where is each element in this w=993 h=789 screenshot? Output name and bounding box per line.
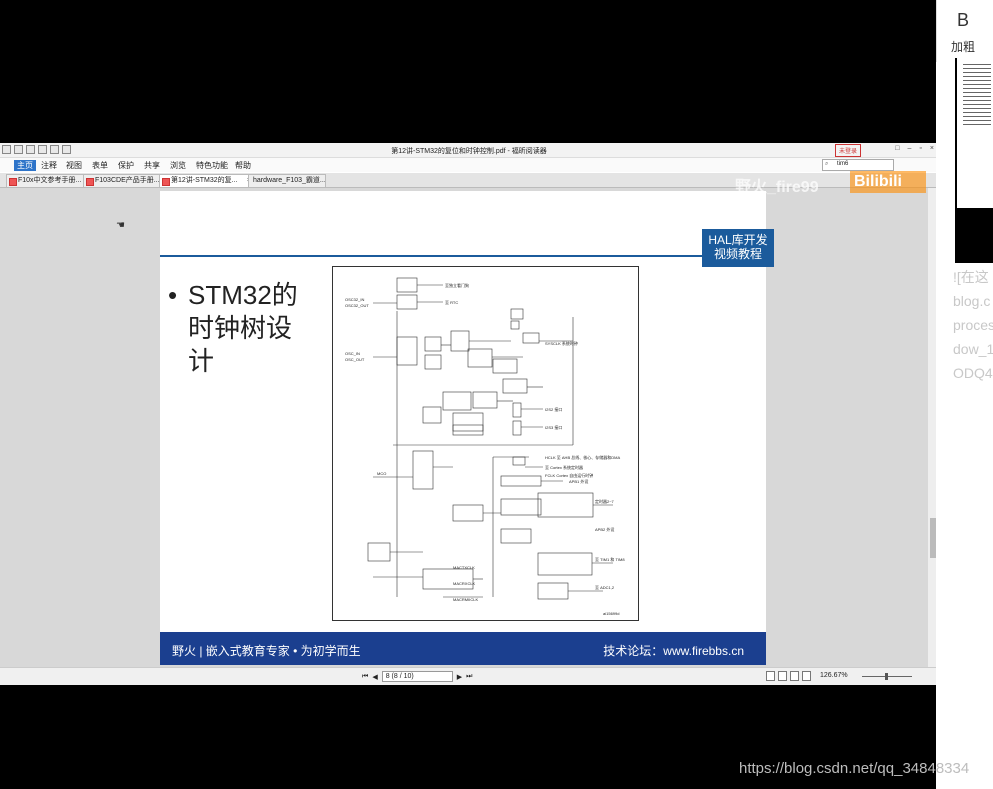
menu-form[interactable]: 表单 <box>92 160 108 171</box>
diagram-label-timers: 定时器2~7 <box>595 498 615 504</box>
menu-view[interactable]: 视图 <box>66 160 82 171</box>
diagram-label-macrx: MACRXCLK <box>453 581 476 586</box>
diagram-label-sysclk: SYSCLK 系统时钟 <box>545 340 578 346</box>
continuous-facing-icon[interactable] <box>802 671 811 681</box>
zoom-slider-knob[interactable] <box>885 673 888 680</box>
pdf-page: HAL库开发 视频教程 • STM32的时钟树设计 至独立看门狗 至 RTC O… <box>160 191 774 665</box>
clock-tree-svg: 至独立看门狗 至 RTC OSC32_IN OSC32_OUT OSC_IN O… <box>345 277 625 616</box>
single-page-icon[interactable] <box>766 671 775 681</box>
diagram-label-iwdg: 至独立看门狗 <box>445 282 469 288</box>
document-area[interactable]: HAL库开发 视频教程 • STM32的时钟树设计 至独立看门狗 至 RTC O… <box>0 188 938 667</box>
source-line: ODQ4 <box>953 365 993 381</box>
continuous-icon[interactable] <box>778 671 787 681</box>
badge-line-1: HAL库开发 <box>708 233 768 247</box>
search-icon: ⌕ <box>825 161 829 167</box>
facing-icon[interactable] <box>790 671 799 681</box>
bullet-mark: • <box>168 280 178 310</box>
preview-page <box>957 58 993 208</box>
menu-share[interactable]: 共享 <box>144 160 160 171</box>
tab-label: F103CDE产品手册... <box>95 177 160 184</box>
minimize-button[interactable]: – <box>908 145 912 152</box>
csdn-watermark: https://blog.csdn.net/qq_34848334 <box>739 760 970 777</box>
status-bar: ⏮ ◀ 8 (8 / 10) ▶ ⏭ 126.67% <box>0 667 938 685</box>
menu-help[interactable]: 帮助 <box>235 160 251 171</box>
menu-features[interactable]: 特色功能 <box>196 160 228 171</box>
pdf-file-icon <box>9 178 17 186</box>
diagram-label-hclk: HCLK 至 AHB 总线、核心、存储器和DMA <box>545 454 620 460</box>
window-title: 第12讲-STM32的复位和时钟控制.pdf - 福昕阅读器 <box>391 148 547 155</box>
tab-label: F10x中文参考手册... <box>18 177 82 184</box>
source-line: ![在这 <box>953 269 989 285</box>
diagram-label-apb1: APB1 外设 <box>569 478 588 484</box>
hal-course-badge: HAL库开发 视频教程 <box>702 229 774 267</box>
page-number-input[interactable]: 8 (8 / 10) <box>381 671 453 682</box>
window-controls: □ – ▫ × <box>895 145 934 152</box>
slide-heading: STM32的时钟树设计 <box>188 280 298 376</box>
bilibili-logo: Bilibili <box>850 171 926 193</box>
badge-line-2: 视频教程 <box>713 247 762 261</box>
clock-tree-diagram: 至独立看门狗 至 RTC OSC32_IN OSC32_OUT OSC_IN O… <box>332 266 639 621</box>
preview-thumbnail <box>955 58 993 263</box>
tab-ref-manual[interactable]: F10x中文参考手册... <box>6 174 89 187</box>
footer-slogan: 野火 | 嵌入式教育专家 • 为初学而生 <box>172 644 361 658</box>
zoom-level: 126.67% <box>820 672 848 679</box>
tab-label: 第12讲-STM32的复... <box>171 177 238 184</box>
bold-icon: B <box>957 10 970 30</box>
diagram-label-tim18: 至 TIM1 和 TIM8 <box>595 556 625 562</box>
menu-browse[interactable]: 浏览 <box>170 160 186 171</box>
pdf-file-icon <box>162 178 170 186</box>
prev-page-icon[interactable]: ◀ <box>372 673 377 681</box>
menu-comment[interactable]: 注释 <box>41 160 57 171</box>
pdf-file-icon <box>86 178 94 186</box>
slide-footer: 野火 | 嵌入式教育专家 • 为初学而生 技术论坛：www.firebbs.cn <box>160 632 766 665</box>
diagram-label-adc: 至 ADC1,2 <box>595 585 615 590</box>
diagram-label-cortex: 至 Cortex 系统定时器 <box>545 464 583 470</box>
diagram-label-oscin: OSC_IN <box>345 351 360 356</box>
tab-lecture-12[interactable]: 第12讲-STM32的复... × <box>159 174 254 187</box>
diagram-label-mco: MCO <box>377 471 386 476</box>
bold-tool[interactable]: B 加粗 <box>936 0 993 62</box>
pdf-reader-window: 第12讲-STM32的复位和时钟控制.pdf - 福昕阅读器 未登录 □ – ▫… <box>0 143 938 685</box>
menu-bar: 主页 注释 视图 表单 保护 共享 浏览 特色功能 帮助 ⌕ tim6 <box>0 158 938 172</box>
ribbon-toggle-button[interactable]: □ <box>895 145 899 152</box>
source-line: dow_1 <box>953 341 993 357</box>
bold-label: 加粗 <box>951 40 976 54</box>
header-rule <box>160 255 766 257</box>
first-page-icon[interactable]: ⏮ <box>362 673 368 681</box>
hand-cursor-icon: ☚ <box>116 220 125 231</box>
view-mode-buttons <box>766 671 811 681</box>
markdown-source-text: ![在这 blog.c proces dow_1 ODQ4 <box>953 265 993 385</box>
diagram-label-macrmii: MACRMIICLK <box>453 597 478 602</box>
search-input[interactable]: ⌕ tim6 <box>822 159 894 171</box>
menu-protect[interactable]: 保护 <box>118 160 134 171</box>
last-page-icon[interactable]: ⏭ <box>466 673 472 681</box>
search-value: tim6 <box>837 161 849 167</box>
right-editor-panel: B 加粗 ![在这 blog.c proces dow_1 ODQ4 <box>936 0 993 789</box>
source-line: proces <box>953 317 993 333</box>
close-button[interactable]: × <box>930 145 934 152</box>
diagram-label-i2s3: I2S3 接口 <box>545 424 562 430</box>
menu-home[interactable]: 主页 <box>14 160 36 171</box>
login-button[interactable]: 未登录 <box>835 144 862 157</box>
diagram-label-rtc: 至 RTC <box>445 300 458 305</box>
next-page-icon[interactable]: ▶ <box>457 673 462 681</box>
tab-hardware[interactable]: hardware_F103_霸道... <box>248 174 326 187</box>
restore-button[interactable]: ▫ <box>919 145 921 152</box>
tab-product-manual[interactable]: F103CDE产品手册... <box>83 174 166 187</box>
diagram-label-oscout: OSC_OUT <box>345 357 365 362</box>
diagram-figure-id: ai15699d <box>603 611 619 616</box>
diagram-label-osc32in: OSC32_IN <box>345 297 364 302</box>
diagram-label-i2s2: I2S2 接口 <box>545 406 562 412</box>
source-line: blog.c <box>953 293 991 309</box>
diagram-label-osc32out: OSC32_OUT <box>345 303 369 308</box>
footer-forum: 技术论坛：www.firebbs.cn <box>603 644 744 658</box>
preview-lines <box>963 64 991 128</box>
page-navigation: ⏮ ◀ 8 (8 / 10) ▶ ⏭ <box>362 671 472 682</box>
title-bar: 第12讲-STM32的复位和时钟控制.pdf - 福昕阅读器 未登录 □ – ▫… <box>0 143 938 158</box>
uploader-watermark: 野火_fire99 <box>735 179 819 196</box>
diagram-label-fclk: FCLK Cortex 自由运行时钟 <box>545 472 593 478</box>
diagram-label-apb2: APB2 外设 <box>595 526 614 532</box>
diagram-label-mactx: MACTXCLK <box>453 565 475 570</box>
tab-label: hardware_F103_霸道... <box>253 177 326 184</box>
